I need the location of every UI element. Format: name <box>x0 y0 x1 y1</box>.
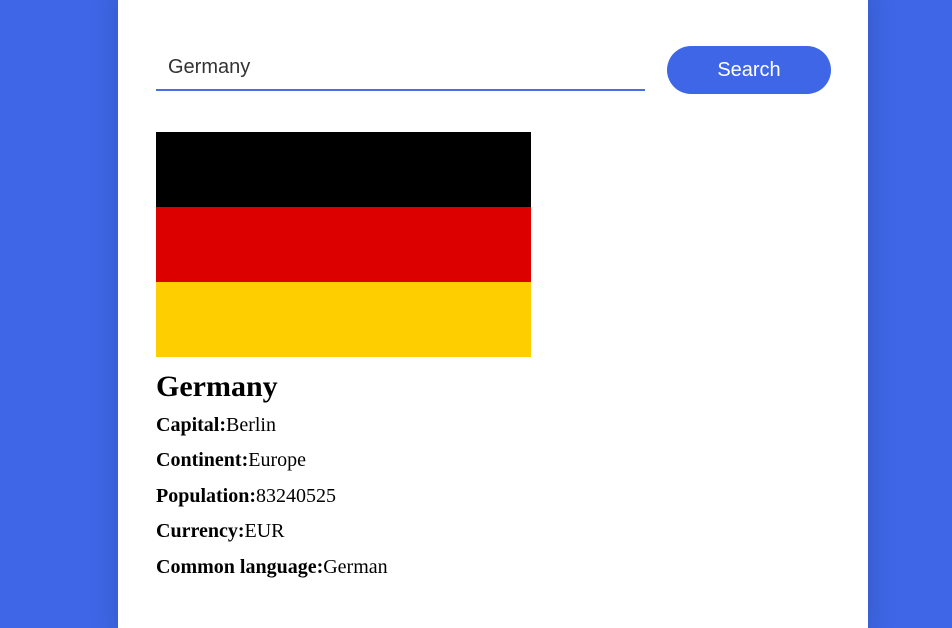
country-card: Search Germany Capital:Berlin Continent:… <box>118 0 868 628</box>
population-info: Population:83240525 <box>156 485 336 508</box>
flag-stripe-gold <box>156 282 531 357</box>
germany-flag-image <box>156 132 531 357</box>
search-button[interactable]: Search <box>667 46 831 94</box>
country-name: Germany <box>156 370 278 403</box>
continent-value: Europe <box>248 449 306 471</box>
currency-info: Currency:EUR <box>156 520 285 543</box>
capital-info: Capital:Berlin <box>156 414 276 437</box>
capital-value: Berlin <box>226 414 276 436</box>
currency-value: EUR <box>244 520 285 542</box>
common-language-label: Common language: <box>156 556 324 578</box>
population-label: Population: <box>156 485 257 507</box>
capital-label: Capital: <box>156 414 226 436</box>
search-input[interactable] <box>156 46 645 91</box>
flag-stripe-red <box>156 207 531 282</box>
common-language-info: Common language:German <box>156 556 388 579</box>
common-language-value: German <box>323 556 388 578</box>
population-value: 83240525 <box>256 485 337 507</box>
currency-label: Currency: <box>156 520 245 542</box>
continent-info: Continent:Europe <box>156 449 306 472</box>
flag-stripe-black <box>156 132 531 207</box>
continent-label: Continent: <box>156 449 249 471</box>
search-row: Search <box>156 46 831 94</box>
